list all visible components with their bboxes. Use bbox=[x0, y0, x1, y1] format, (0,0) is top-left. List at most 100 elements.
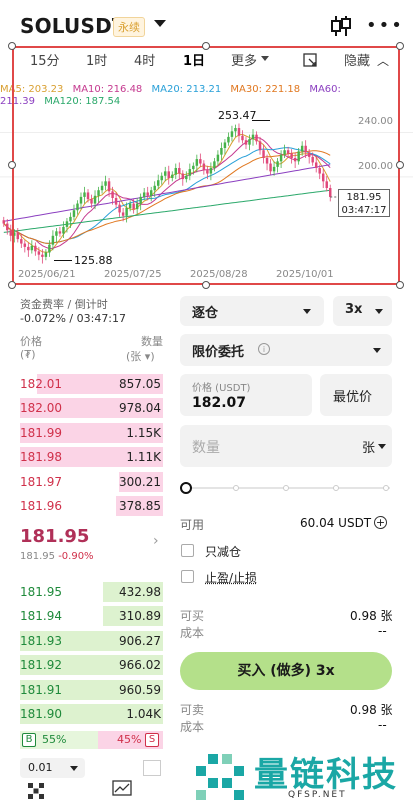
can-sell-value: 0.98 张 bbox=[350, 703, 393, 717]
caret-down-icon bbox=[303, 309, 311, 314]
orderbook-view-icon[interactable] bbox=[143, 760, 161, 776]
ask-price: 181.96 bbox=[20, 499, 62, 513]
ask-row[interactable]: 181.99 1.15K bbox=[20, 421, 163, 445]
caret-down-icon bbox=[373, 348, 381, 353]
ask-price: 182.01 bbox=[20, 377, 62, 391]
bid-qty: 310.89 bbox=[119, 609, 161, 624]
chevron-down-icon[interactable] bbox=[154, 20, 166, 27]
mark-price: 181.95 bbox=[20, 551, 55, 562]
info-icon[interactable]: i bbox=[258, 343, 270, 355]
candle-body bbox=[6, 223, 9, 231]
resize-handle-tl[interactable] bbox=[8, 42, 16, 50]
ob-qty-header: 数量 bbox=[141, 335, 163, 348]
price-input-value: 182.07 bbox=[192, 395, 247, 411]
quantity-unit[interactable]: 张 bbox=[362, 437, 375, 456]
leverage-value: 3x bbox=[345, 302, 363, 317]
symbol-title[interactable]: SOLUSDT bbox=[20, 14, 126, 38]
slider-step-25[interactable] bbox=[233, 485, 239, 491]
bid-qty: 960.59 bbox=[119, 682, 161, 697]
ask-qty: 1.11K bbox=[126, 450, 161, 465]
resize-handle-b[interactable] bbox=[202, 281, 210, 289]
resize-handle-tr[interactable] bbox=[396, 42, 404, 50]
can-buy-label: 可买 bbox=[180, 609, 205, 623]
caret-down-icon bbox=[375, 309, 383, 314]
slider-step-50[interactable] bbox=[283, 485, 289, 491]
resize-handle-r[interactable] bbox=[396, 161, 404, 169]
ask-qty: 300.21 bbox=[119, 474, 161, 489]
available-label: 可用 bbox=[180, 518, 205, 532]
slider-step-75[interactable] bbox=[333, 485, 339, 491]
quantity-placeholder: 数量 bbox=[192, 440, 220, 456]
buy-ratio: 55% bbox=[42, 733, 67, 746]
bid-price: 181.92 bbox=[20, 658, 62, 673]
bid-price: 181.91 bbox=[20, 682, 62, 697]
slider-step-100[interactable] bbox=[383, 485, 389, 491]
ask-qty: 1.15K bbox=[126, 425, 161, 440]
funding-value: -0.072% / 03:47:17 bbox=[20, 312, 127, 325]
price-input[interactable]: 价格 (USDT) 182.07 bbox=[180, 374, 312, 416]
candle-body bbox=[2, 220, 5, 224]
quantity-input[interactable]: 数量 张 bbox=[180, 425, 392, 467]
buy-sell-ratio: B 55% 45% S bbox=[20, 731, 163, 749]
chart-line-icon[interactable] bbox=[112, 780, 132, 796]
resize-handle-t[interactable] bbox=[202, 42, 210, 50]
ob-qty-unit[interactable]: (张 ▾) bbox=[126, 348, 155, 364]
ask-row[interactable]: 181.97 300.21 bbox=[20, 470, 163, 494]
candlestick-icon[interactable] bbox=[330, 14, 352, 38]
buy-long-button[interactable]: 买入 (做多) 3x bbox=[180, 652, 392, 690]
leverage-select[interactable]: 3x bbox=[333, 296, 392, 326]
grid-icon[interactable] bbox=[28, 783, 44, 799]
bid-row[interactable]: 181.95 432.98 bbox=[20, 580, 163, 604]
bid-price: 181.94 bbox=[20, 609, 62, 624]
margin-mode-select[interactable]: 逐仓 bbox=[180, 296, 324, 326]
transfer-plus-icon[interactable]: + bbox=[374, 516, 387, 529]
available-value: 60.04 USDT bbox=[300, 516, 372, 530]
cost2-label: 成本 bbox=[180, 720, 205, 734]
ask-row[interactable]: 181.96 378.85 bbox=[20, 494, 163, 518]
chevron-right-icon[interactable]: › bbox=[153, 533, 159, 549]
watermark-text: 量链科技 bbox=[254, 755, 398, 795]
bid-row[interactable]: 181.92 966.02 bbox=[20, 653, 163, 677]
watermark-sub: QFSP.NET bbox=[288, 790, 347, 800]
reduce-only-label[interactable]: 只减仓 bbox=[205, 543, 241, 560]
bid-row[interactable]: 181.93 906.27 bbox=[20, 629, 163, 653]
funding-label: 资金费率 / 倒计时 bbox=[20, 298, 108, 311]
ask-row[interactable]: 181.98 1.11K bbox=[20, 445, 163, 469]
tp-sl-checkbox[interactable] bbox=[181, 570, 194, 583]
ask-price: 181.98 bbox=[20, 450, 62, 465]
ask-qty: 978.04 bbox=[119, 401, 161, 416]
bid-row[interactable]: 181.94 310.89 bbox=[20, 604, 163, 628]
can-buy-value: 0.98 张 bbox=[350, 609, 393, 623]
caret-down-icon bbox=[70, 766, 78, 771]
order-type-select[interactable]: 限价委托 i bbox=[180, 334, 392, 366]
ask-row[interactable]: 182.00 978.04 bbox=[20, 396, 163, 420]
bid-row[interactable]: 181.90 1.04K bbox=[20, 702, 163, 726]
cost-value: -- bbox=[378, 624, 387, 638]
more-icon[interactable]: ••• bbox=[366, 17, 404, 35]
resize-handle-bl[interactable] bbox=[8, 281, 16, 289]
slider-knob[interactable] bbox=[180, 482, 192, 494]
bid-qty: 432.98 bbox=[119, 585, 161, 599]
precision-value: 0.01 bbox=[28, 761, 53, 774]
quantity-slider[interactable] bbox=[180, 482, 390, 494]
best-price-button[interactable]: 最优价 bbox=[320, 374, 392, 416]
cost-label: 成本 bbox=[180, 626, 205, 640]
bid-row[interactable]: 181.91 960.59 bbox=[20, 678, 163, 702]
ask-price: 181.97 bbox=[20, 474, 62, 489]
bid-price: 181.90 bbox=[20, 707, 62, 721]
tp-sl-label[interactable]: 止盈/止损 bbox=[205, 569, 257, 586]
sell-tag: S bbox=[145, 733, 159, 747]
logo-icon bbox=[196, 754, 244, 800]
chart-selection-frame bbox=[12, 46, 400, 285]
margin-mode-value: 逐仓 bbox=[192, 306, 219, 321]
buy-tag: B bbox=[22, 733, 36, 747]
best-price-label: 最优价 bbox=[333, 390, 373, 405]
resize-handle-l[interactable] bbox=[8, 161, 16, 169]
precision-select[interactable]: 0.01 bbox=[20, 758, 85, 778]
sell-ratio: 45% bbox=[117, 733, 142, 746]
ask-row[interactable]: 182.01 857.05 bbox=[20, 372, 163, 396]
reduce-only-checkbox[interactable] bbox=[181, 544, 194, 557]
bid-qty: 966.02 bbox=[119, 658, 161, 673]
last-price[interactable]: 181.95 bbox=[20, 526, 89, 547]
resize-handle-br[interactable] bbox=[396, 281, 404, 289]
